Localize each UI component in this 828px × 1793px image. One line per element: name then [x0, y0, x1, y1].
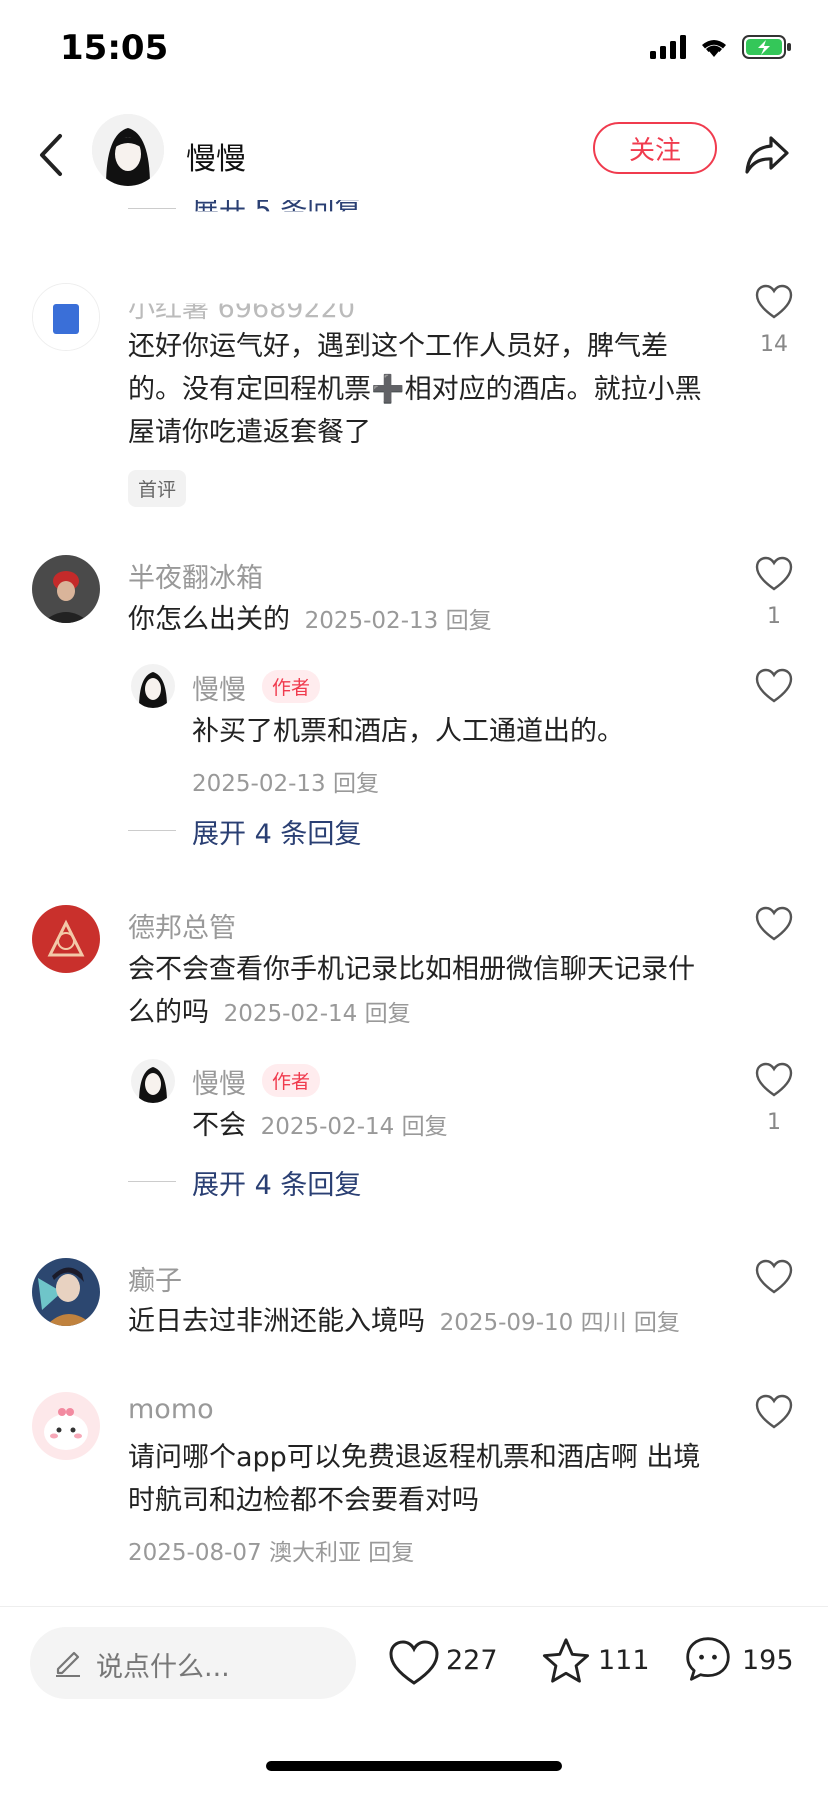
reply-text: 不会 2025-02-14 回复 — [192, 1110, 448, 1141]
expand-line — [128, 208, 176, 209]
reply-text: 补买了机票和酒店，人工通道出的。 — [192, 716, 624, 747]
heart-icon[interactable] — [755, 906, 793, 942]
comment-username[interactable]: momo — [128, 1394, 214, 1425]
heart-icon[interactable] — [388, 1639, 440, 1687]
author-tag: 作者 — [262, 670, 321, 703]
first-comment-tag: 首评 — [128, 470, 187, 507]
reply-username[interactable]: 慢慢 — [192, 668, 246, 707]
like-count: 227 — [446, 1645, 498, 1676]
expand-line — [128, 1181, 176, 1182]
comment-avatar[interactable] — [32, 555, 100, 623]
comment-avatar[interactable] — [32, 1258, 100, 1326]
comment-text: 会不会查看你手机记录比如相册微信聊天记录什么的吗 2025-02-14 回复 — [128, 954, 695, 1028]
expand-replies-link[interactable]: 展开 4 条回复 — [192, 812, 361, 851]
status-icons — [650, 34, 792, 60]
heart-icon[interactable] — [755, 284, 793, 320]
comment-username[interactable]: 半夜翻冰箱 — [128, 556, 263, 595]
reply-avatar[interactable] — [131, 664, 175, 708]
comment-text: 还好你运气好，遇到这个工作人员好，脾气差的。没有定回程机票➕相对应的酒店。就拉小… — [128, 331, 702, 448]
back-icon[interactable] — [32, 132, 72, 178]
comment-avatar[interactable] — [32, 1392, 100, 1460]
status-time: 15:05 — [60, 28, 169, 68]
star-icon[interactable] — [540, 1637, 592, 1685]
comment-text: 近日去过非洲还能入境吗 2025-09-10 四川 回复 — [128, 1306, 680, 1337]
reply-meta[interactable]: 2025-02-14 回复 — [261, 1114, 448, 1140]
comment-username[interactable]: 小红薯 69689220 — [128, 304, 355, 325]
signal-icon — [650, 35, 686, 59]
heart-icon[interactable] — [755, 556, 793, 592]
comment-meta[interactable]: 2025-08-07 澳大利亚 回复 — [128, 1533, 414, 1567]
comment-icon[interactable] — [682, 1635, 734, 1683]
heart-icon[interactable] — [755, 1394, 793, 1430]
comment-username[interactable]: 癫子 — [128, 1259, 182, 1298]
wifi-icon — [702, 40, 726, 57]
expand-line — [128, 830, 176, 831]
pencil-icon — [56, 1651, 80, 1677]
favorite-count: 111 — [598, 1645, 650, 1676]
expand-replies-link[interactable]: 展开 4 条回复 — [192, 1163, 361, 1202]
heart-icon[interactable] — [755, 1062, 793, 1098]
comment-text: 你怎么出关的 2025-02-13 回复 — [128, 604, 492, 635]
heart-icon[interactable] — [755, 668, 793, 704]
comment-meta[interactable]: 2025-02-14 回复 — [224, 1001, 411, 1027]
bottom-action-bar: 说点什么... 227 111 195 — [0, 1606, 828, 1793]
author-name[interactable]: 慢慢 — [186, 134, 246, 178]
like-count: 14 — [760, 332, 788, 357]
comment-meta[interactable]: 2025-09-10 四川 回复 — [440, 1310, 680, 1336]
reply-username[interactable]: 慢慢 — [192, 1062, 246, 1101]
author-tag: 作者 — [262, 1064, 321, 1097]
comment-input[interactable]: 说点什么... — [30, 1627, 356, 1699]
comment-meta[interactable]: 2025-02-13 回复 — [305, 608, 492, 634]
share-icon[interactable] — [743, 132, 791, 178]
comment-avatar[interactable] — [32, 905, 100, 973]
heart-icon[interactable] — [755, 1259, 793, 1295]
comment-username[interactable]: 德邦总管 — [128, 906, 236, 945]
follow-button[interactable]: 关注 — [593, 122, 717, 174]
author-avatar[interactable] — [92, 114, 164, 186]
reply-meta[interactable]: 2025-02-13 回复 — [192, 764, 379, 798]
like-count: 1 — [767, 1110, 781, 1135]
home-indicator — [266, 1761, 562, 1771]
like-count: 1 — [767, 604, 781, 629]
comment-avatar[interactable] — [32, 283, 100, 351]
comment-text: 请问哪个app可以免费退返程机票和酒店啊 出境时航司和边检都不会要看对吗 — [128, 1442, 701, 1516]
battery-icon — [742, 35, 791, 59]
comment-count: 195 — [742, 1645, 794, 1676]
reply-avatar[interactable] — [131, 1059, 175, 1103]
top-nav-bar: 慢慢 关注 — [0, 110, 828, 200]
comment-input-placeholder: 说点什么... — [96, 1652, 230, 1683]
